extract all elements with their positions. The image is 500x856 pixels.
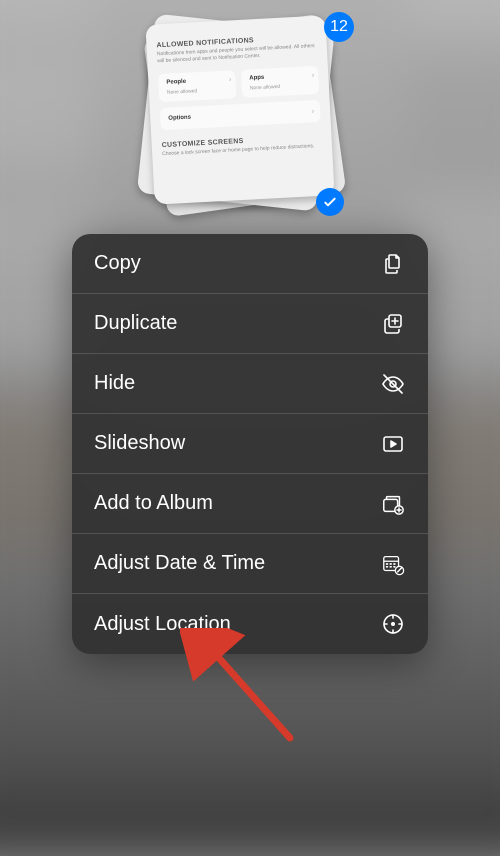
- location-icon: [380, 611, 406, 637]
- album-add-icon: [380, 491, 406, 517]
- menu-item-label: Adjust Date & Time: [94, 552, 265, 575]
- copy-icon: [380, 251, 406, 277]
- chevron-right-icon: ›: [312, 72, 315, 79]
- menu-item-duplicate[interactable]: Duplicate: [72, 294, 428, 354]
- context-menu: Copy Duplicate Hide Slideshow Add to Alb…: [72, 234, 428, 654]
- preview-options-row: Options ›: [160, 100, 321, 130]
- menu-item-adjust-date-time[interactable]: Adjust Date & Time: [72, 534, 428, 594]
- menu-item-label: Adjust Location: [94, 613, 231, 636]
- menu-item-label: Copy: [94, 252, 141, 275]
- menu-item-label: Slideshow: [94, 432, 185, 455]
- menu-item-hide[interactable]: Hide: [72, 354, 428, 414]
- eye-slash-icon: [380, 371, 406, 397]
- calendar-edit-icon: [380, 551, 406, 577]
- menu-item-label: Duplicate: [94, 312, 177, 335]
- menu-item-label: Hide: [94, 372, 135, 395]
- menu-item-slideshow[interactable]: Slideshow: [72, 414, 428, 474]
- selected-photos-stack[interactable]: ALLOWED NOTIFICATIONS Notifications from…: [150, 20, 350, 220]
- chevron-right-icon: ›: [312, 108, 315, 115]
- menu-item-label: Add to Album: [94, 492, 213, 515]
- menu-item-adjust-location[interactable]: Adjust Location: [72, 594, 428, 654]
- menu-item-copy[interactable]: Copy: [72, 234, 428, 294]
- preview-people-box: People › None allowed: [158, 70, 236, 102]
- duplicate-icon: [380, 311, 406, 337]
- chevron-right-icon: ›: [229, 76, 232, 83]
- stack-card-front: ALLOWED NOTIFICATIONS Notifications from…: [145, 15, 334, 204]
- checkmark-icon: [322, 194, 338, 210]
- play-rectangle-icon: [380, 431, 406, 457]
- selection-count-badge: 12: [324, 12, 354, 42]
- checkmark-badge: [316, 188, 344, 216]
- preview-apps-box: Apps › None allowed: [241, 66, 319, 98]
- menu-item-add-to-album[interactable]: Add to Album: [72, 474, 428, 534]
